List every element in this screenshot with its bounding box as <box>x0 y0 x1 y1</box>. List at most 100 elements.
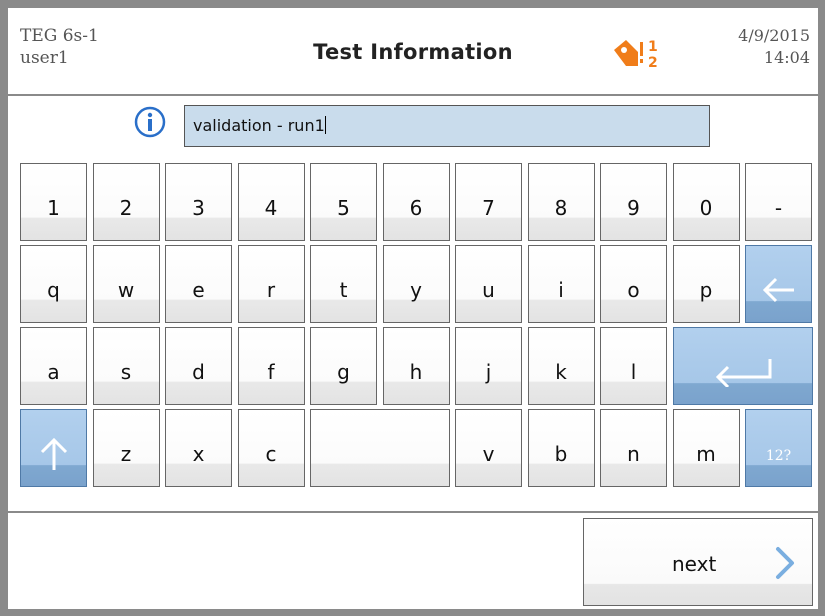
key-m-label: m <box>696 442 716 466</box>
test-info-input-value: validation - run1 <box>193 116 325 135</box>
key-8[interactable]: 8 <box>527 163 595 241</box>
backspace-key[interactable] <box>745 245 812 323</box>
key-4-label: 4 <box>264 196 278 220</box>
key-c[interactable]: c <box>237 409 305 487</box>
numbers-toggle-key[interactable]: 12? <box>745 409 812 487</box>
key-8-label: 8 <box>554 196 568 220</box>
key-9[interactable]: 9 <box>600 163 667 241</box>
key-q-label: q <box>47 278 60 302</box>
key-4[interactable]: 4 <box>237 163 305 241</box>
key-w-label: w <box>117 278 135 302</box>
info-icon[interactable] <box>134 106 166 138</box>
numbers-toggle-key-label: 12? <box>765 448 792 464</box>
key-w[interactable]: w <box>92 245 160 323</box>
text-caret <box>324 116 326 134</box>
key-s-label: s <box>120 360 132 384</box>
device-screen: TEG 6s-1 user1 Test Information 1 2 4/9/… <box>8 8 818 609</box>
next-label: next <box>672 552 717 576</box>
key-y[interactable]: y <box>382 245 450 323</box>
key-j[interactable]: j <box>455 327 522 405</box>
key-a-label: a <box>47 360 60 384</box>
key-x[interactable]: x <box>165 409 232 487</box>
key-l[interactable]: l <box>600 327 667 405</box>
next-button[interactable]: next <box>583 518 813 606</box>
key-p-label: p <box>699 278 713 302</box>
date-time: 4/9/2015 14:04 <box>738 25 810 69</box>
key-hyphen[interactable]: - <box>745 163 812 241</box>
key-s[interactable]: s <box>92 327 160 405</box>
header-bar: TEG 6s-1 user1 Test Information 1 2 4/9/… <box>8 8 818 96</box>
svg-text:1: 1 <box>648 39 658 55</box>
time-label: 14:04 <box>763 48 810 67</box>
key-k[interactable]: k <box>527 327 595 405</box>
shift-up-arrow-icon <box>40 437 67 470</box>
key-n[interactable]: n <box>600 409 667 487</box>
key-6[interactable]: 6 <box>382 163 450 241</box>
key-d[interactable]: d <box>165 327 232 405</box>
key-o-label: o <box>627 278 640 302</box>
key-i[interactable]: i <box>527 245 595 323</box>
key-r[interactable]: r <box>237 245 305 323</box>
key-d-label: d <box>192 360 205 384</box>
key-p[interactable]: p <box>672 245 740 323</box>
enter-key[interactable] <box>672 327 813 405</box>
key-t[interactable]: t <box>310 245 377 323</box>
key-5-label: 5 <box>337 196 350 220</box>
key-h-label: h <box>409 360 423 384</box>
key-a[interactable]: a <box>20 327 87 405</box>
date-label: 4/9/2015 <box>738 26 810 45</box>
key-m[interactable]: m <box>672 409 740 487</box>
key-h[interactable]: h <box>382 327 450 405</box>
test-info-input[interactable]: validation - run1 <box>184 105 710 147</box>
key-r-label: r <box>266 278 276 302</box>
key-t-label: t <box>339 278 348 302</box>
key-o[interactable]: o <box>600 245 667 323</box>
key-7-label: 7 <box>482 196 495 220</box>
key-3-label: 3 <box>192 196 205 220</box>
key-z-label: z <box>120 442 132 466</box>
key-g-label: g <box>337 360 350 384</box>
on-screen-keyboard: 1 2 3 4 5 6 7 8 9 0 - q w e r t y u i o p a s d f g h j k l z x c v b n m 12? <box>20 163 816 500</box>
key-v[interactable]: v <box>455 409 522 487</box>
space-bar[interactable] <box>310 409 450 487</box>
key-l-label: l <box>630 360 637 384</box>
footer-divider <box>8 511 818 513</box>
key-u[interactable]: u <box>455 245 522 323</box>
key-0[interactable]: 0 <box>672 163 740 241</box>
key-c-label: c <box>265 442 277 466</box>
step-1-2-tag-icon: 1 2 <box>614 39 658 70</box>
enter-icon <box>715 359 771 387</box>
key-i-label: i <box>558 278 564 302</box>
page-title: Test Information <box>313 40 513 64</box>
key-1-label: 1 <box>47 196 60 220</box>
key-e[interactable]: e <box>165 245 232 323</box>
key-2-label: 2 <box>119 196 133 220</box>
key-g[interactable]: g <box>310 327 377 405</box>
key-u-label: u <box>482 278 495 302</box>
key-5[interactable]: 5 <box>310 163 377 241</box>
key-j-label: j <box>485 360 492 384</box>
key-3[interactable]: 3 <box>165 163 232 241</box>
key-n-label: n <box>627 442 640 466</box>
key-f[interactable]: f <box>237 327 305 405</box>
backspace-arrow-icon <box>762 277 794 303</box>
key-z[interactable]: z <box>92 409 160 487</box>
key-b-label: b <box>554 442 568 466</box>
key-k-label: k <box>555 360 567 384</box>
key-9-label: 9 <box>627 196 640 220</box>
key-e-label: e <box>192 278 205 302</box>
key-v-label: v <box>482 442 495 466</box>
key-2[interactable]: 2 <box>92 163 160 241</box>
key-hyphen-label: - <box>774 196 783 220</box>
key-7[interactable]: 7 <box>455 163 522 241</box>
svg-text:2: 2 <box>648 55 658 70</box>
shift-key[interactable] <box>20 409 87 487</box>
key-0-label: 0 <box>699 196 713 220</box>
key-b[interactable]: b <box>527 409 595 487</box>
key-y-label: y <box>410 278 422 302</box>
chevron-right-icon <box>776 547 794 579</box>
key-x-label: x <box>192 442 205 466</box>
key-q[interactable]: q <box>20 245 87 323</box>
key-f-label: f <box>267 360 275 384</box>
key-1[interactable]: 1 <box>20 163 87 241</box>
